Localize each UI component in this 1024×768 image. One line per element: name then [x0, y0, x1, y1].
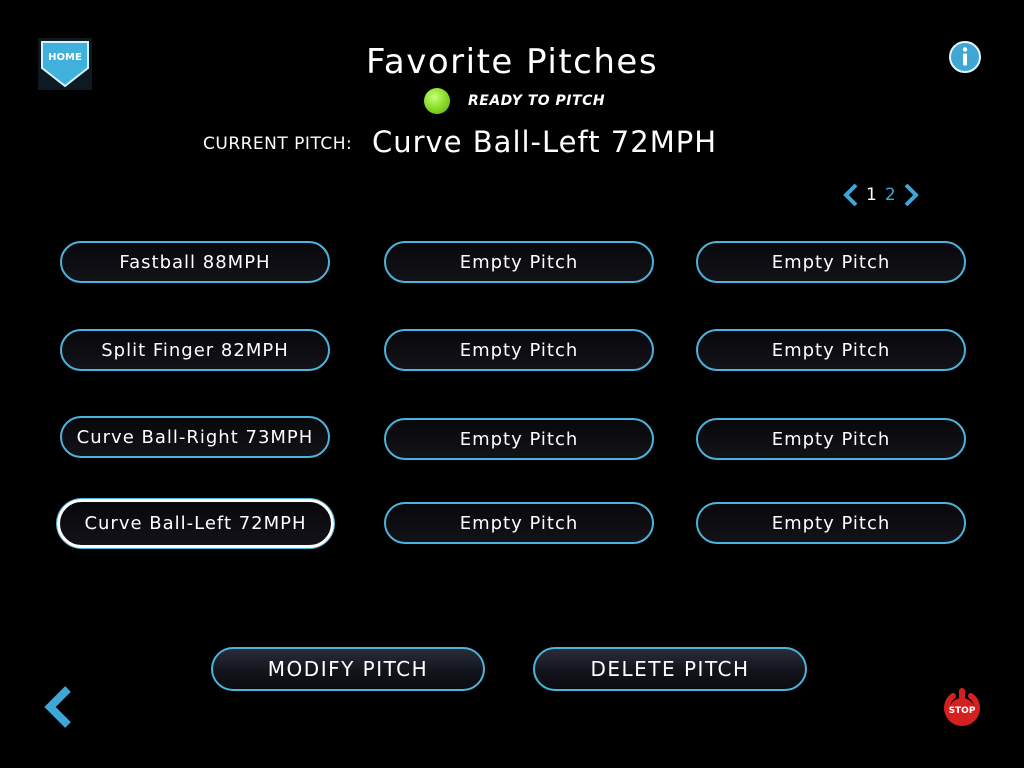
pitch-slot-r3c2[interactable]: Empty Pitch [696, 502, 966, 544]
pitch-slot-r1c0[interactable]: Split Finger 82MPH [60, 329, 330, 371]
page-navigation: 1 2 [842, 182, 920, 208]
current-pitch-label: CURRENT PITCH: [203, 134, 353, 154]
pitch-slot-r0c1[interactable]: Empty Pitch [384, 241, 654, 283]
modify-pitch-button[interactable]: MODIFY PITCH [211, 647, 485, 691]
pitch-slot-r0c2[interactable]: Empty Pitch [696, 241, 966, 283]
page-title: Favorite Pitches [365, 42, 659, 82]
pitch-slot-r0c0[interactable]: Fastball 88MPH [60, 241, 330, 283]
favorite-pitches-screen: HOME Favorite Pitches READY TO PITCH CUR… [0, 0, 1024, 768]
page-1[interactable]: 1 [866, 185, 877, 205]
delete-pitch-button[interactable]: DELETE PITCH [533, 647, 807, 691]
current-pitch-value: Curve Ball-Left 72MPH [372, 125, 718, 159]
page-prev-chevron-left-icon[interactable] [842, 183, 862, 207]
status-light-icon [424, 88, 450, 114]
page-2[interactable]: 2 [885, 185, 896, 205]
info-button[interactable] [948, 40, 982, 74]
back-button[interactable] [40, 686, 76, 728]
info-icon [949, 41, 981, 73]
pitch-slot-r1c2[interactable]: Empty Pitch [696, 329, 966, 371]
pitch-slot-r3c0-selected[interactable]: Curve Ball-Left 72MPH [57, 499, 334, 548]
pitch-slot-r2c2[interactable]: Empty Pitch [696, 418, 966, 460]
chevron-left-icon [44, 686, 71, 728]
page-next-chevron-right-icon[interactable] [900, 183, 920, 207]
stop-button[interactable]: STOP [940, 686, 984, 730]
pitch-slot-r2c1[interactable]: Empty Pitch [384, 418, 654, 460]
pitch-slot-r2c0[interactable]: Curve Ball-Right 73MPH [60, 416, 330, 458]
status-text: READY TO PITCH [468, 93, 606, 109]
pitch-status: READY TO PITCH [424, 88, 605, 114]
pitch-slot-r3c1[interactable]: Empty Pitch [384, 502, 654, 544]
pitch-slot-r1c1[interactable]: Empty Pitch [384, 329, 654, 371]
stop-label: STOP [948, 706, 976, 716]
